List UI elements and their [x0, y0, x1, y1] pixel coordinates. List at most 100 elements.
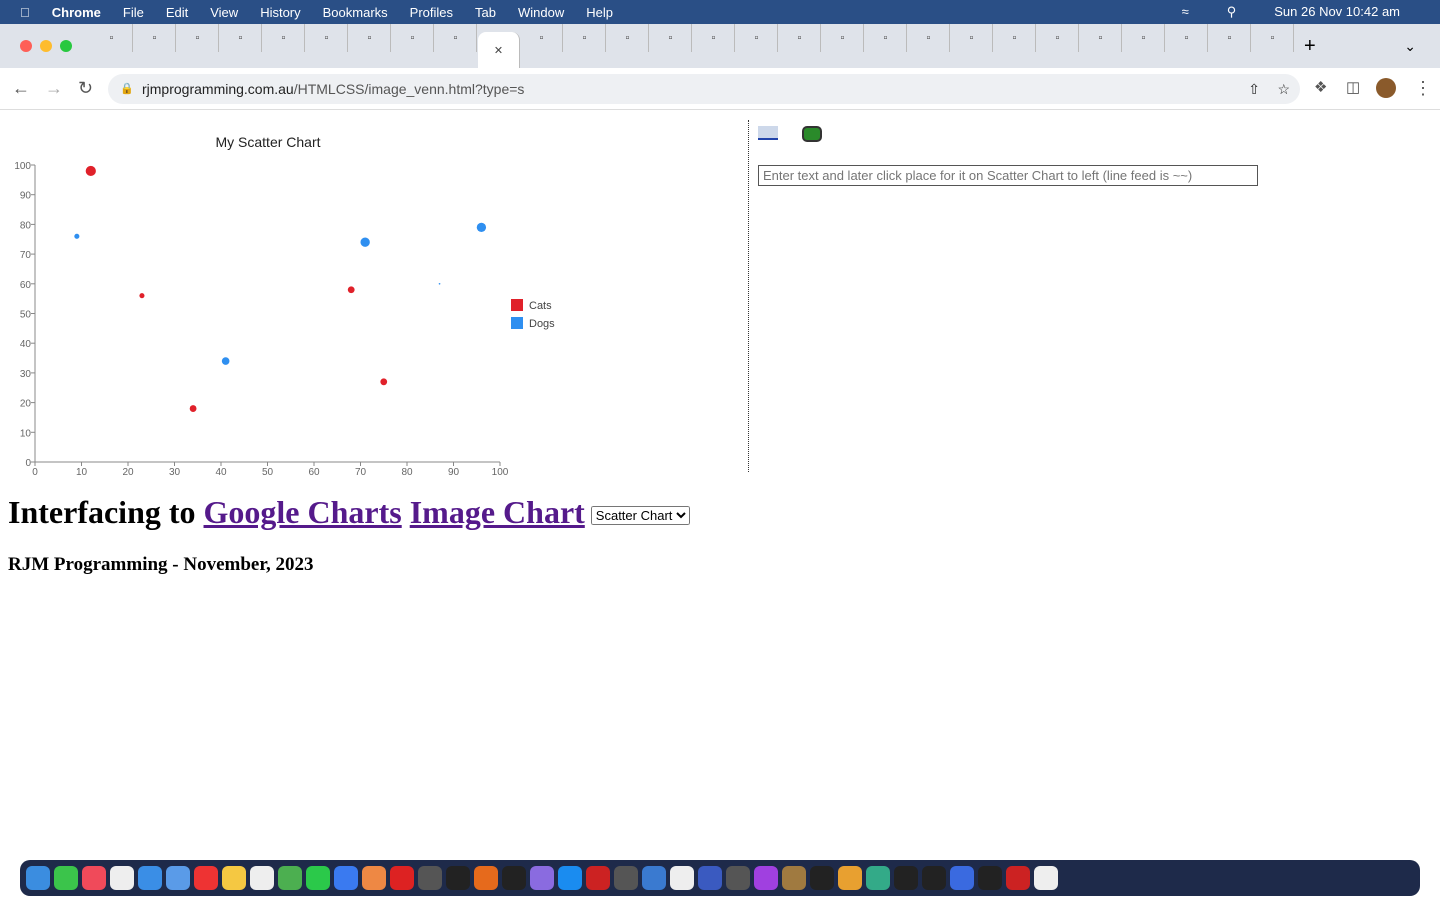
dock-app-icon[interactable] [26, 866, 50, 890]
zoom-window-button[interactable] [60, 40, 72, 52]
menu-help[interactable]: Help [586, 5, 613, 20]
browser-tab[interactable]: ▫ [134, 24, 176, 52]
browser-tab[interactable]: ▫ [951, 24, 993, 52]
dock-app-icon[interactable] [1006, 866, 1030, 890]
sms-icon[interactable] [802, 126, 822, 142]
tab-search-icon[interactable]: ⌄ [1404, 38, 1416, 55]
browser-tab[interactable]: ▫ [306, 24, 348, 52]
browser-tab[interactable]: ▫ [263, 24, 305, 52]
dock-app-icon[interactable] [922, 866, 946, 890]
menu-history[interactable]: History [260, 5, 300, 20]
browser-tab[interactable]: ▫ [1080, 24, 1122, 52]
annotation-text-input[interactable] [758, 165, 1258, 186]
dock-app-icon[interactable] [418, 866, 442, 890]
browser-tab[interactable]: ▫ [908, 24, 950, 52]
chart-type-select[interactable]: Scatter Chart [590, 506, 690, 526]
sidepanel-icon[interactable]: ◫ [1346, 78, 1360, 96]
google-charts-link[interactable]: Google Charts [204, 494, 402, 530]
bookmark-star-icon[interactable]: ☆ [1277, 74, 1290, 104]
reload-icon[interactable]: ↻ [78, 78, 93, 99]
dock-app-icon[interactable] [838, 866, 862, 890]
browser-tab[interactable]: ▫ [521, 24, 563, 52]
menu-tab[interactable]: Tab [475, 5, 496, 20]
dock-app-icon[interactable] [670, 866, 694, 890]
dock-app-icon[interactable] [474, 866, 498, 890]
dock-app-icon[interactable] [362, 866, 386, 890]
menu-app-chrome[interactable]: Chrome [52, 5, 101, 20]
browser-tab[interactable]: ▫ [607, 24, 649, 52]
dock-app-icon[interactable] [558, 866, 582, 890]
dock-app-icon[interactable] [306, 866, 330, 890]
apple-icon[interactable]:  [20, 5, 30, 20]
browser-tab[interactable]: ▫ [1166, 24, 1208, 52]
dock-app-icon[interactable] [222, 866, 246, 890]
extensions-icon[interactable]: ❖ [1314, 78, 1327, 96]
browser-tab[interactable]: ▫ [392, 24, 434, 52]
menu-window[interactable]: Window [518, 5, 564, 20]
browser-tab[interactable]: ▫ [220, 24, 262, 52]
dock-app-icon[interactable] [334, 866, 358, 890]
dock-app-icon[interactable] [194, 866, 218, 890]
dock-app-icon[interactable] [250, 866, 274, 890]
browser-tab[interactable]: ▫ [1037, 24, 1079, 52]
menu-profiles[interactable]: Profiles [410, 5, 453, 20]
dock-app-icon[interactable] [166, 866, 190, 890]
clock[interactable]: Sun 26 Nov 10:42 am [1274, 4, 1400, 20]
browser-tab[interactable]: ▫ [693, 24, 735, 52]
dock-app-icon[interactable] [782, 866, 806, 890]
dock-app-icon[interactable] [502, 866, 526, 890]
dock-app-icon[interactable] [726, 866, 750, 890]
dock-app-icon[interactable] [894, 866, 918, 890]
back-icon[interactable]: ← [12, 78, 30, 99]
dock-app-icon[interactable] [390, 866, 414, 890]
menu-bookmarks[interactable]: Bookmarks [323, 5, 388, 20]
dock-app-icon[interactable] [54, 866, 78, 890]
browser-tab[interactable]: ▫ [650, 24, 692, 52]
browser-tab[interactable]: ▫ [1123, 24, 1165, 52]
dock-app-icon[interactable] [82, 866, 106, 890]
browser-tab[interactable]: ▫ [435, 24, 477, 52]
dock-app-icon[interactable] [866, 866, 890, 890]
close-window-button[interactable] [20, 40, 32, 52]
dock-app-icon[interactable] [810, 866, 834, 890]
minimize-window-button[interactable] [40, 40, 52, 52]
dock-app-icon[interactable] [978, 866, 1002, 890]
share-icon[interactable]: ⇧ [1248, 74, 1260, 104]
scatter-chart[interactable]: My Scatter Chart 0 10 20 30 40 50 60 70 80 90 100 0 1… [0, 120, 560, 480]
email-icon[interactable] [758, 126, 778, 140]
dock-app-icon[interactable] [446, 866, 470, 890]
browser-tab[interactable]: ▫ [1209, 24, 1251, 52]
browser-tab[interactable]: ▫ [91, 24, 133, 52]
menu-view[interactable]: View [210, 5, 238, 20]
browser-tab[interactable]: ▫ [865, 24, 907, 52]
new-tab-button[interactable]: + [1304, 35, 1316, 58]
more-menu-icon[interactable]: ⋮ [1414, 78, 1432, 99]
browser-tab[interactable]: ▫ [736, 24, 778, 52]
dock-app-icon[interactable] [138, 866, 162, 890]
menu-edit[interactable]: Edit [166, 5, 188, 20]
wifi-icon[interactable]: ≈ [1182, 4, 1189, 20]
dock-app-icon[interactable] [754, 866, 778, 890]
search-icon[interactable]: ⚲ [1227, 4, 1237, 20]
browser-tab[interactable]: ▫ [349, 24, 391, 52]
browser-tab[interactable]: ▫ [1252, 24, 1294, 52]
avatar[interactable] [1376, 78, 1396, 98]
image-chart-link[interactable]: Image Chart [410, 494, 585, 530]
dock-app-icon[interactable] [530, 866, 554, 890]
dock-app-icon[interactable] [950, 866, 974, 890]
dock-app-icon[interactable] [586, 866, 610, 890]
dock-app-icon[interactable] [1034, 866, 1058, 890]
browser-tab[interactable]: ▫ [564, 24, 606, 52]
dock-app-icon[interactable] [614, 866, 638, 890]
browser-tab[interactable]: ▫ [994, 24, 1036, 52]
dock-app-icon[interactable] [110, 866, 134, 890]
browser-tab[interactable]: ▫ [177, 24, 219, 52]
forward-icon[interactable]: → [45, 78, 63, 99]
browser-tab[interactable]: ▫ [779, 24, 821, 52]
url-field[interactable]: 🔒 rjmprogramming.com.au/HTMLCSS/image_ve… [108, 74, 1300, 104]
browser-tab[interactable]: ✕ [478, 32, 520, 68]
dock-app-icon[interactable] [278, 866, 302, 890]
dock-app-icon[interactable] [642, 866, 666, 890]
browser-tab[interactable]: ▫ [822, 24, 864, 52]
menu-file[interactable]: File [123, 5, 144, 20]
